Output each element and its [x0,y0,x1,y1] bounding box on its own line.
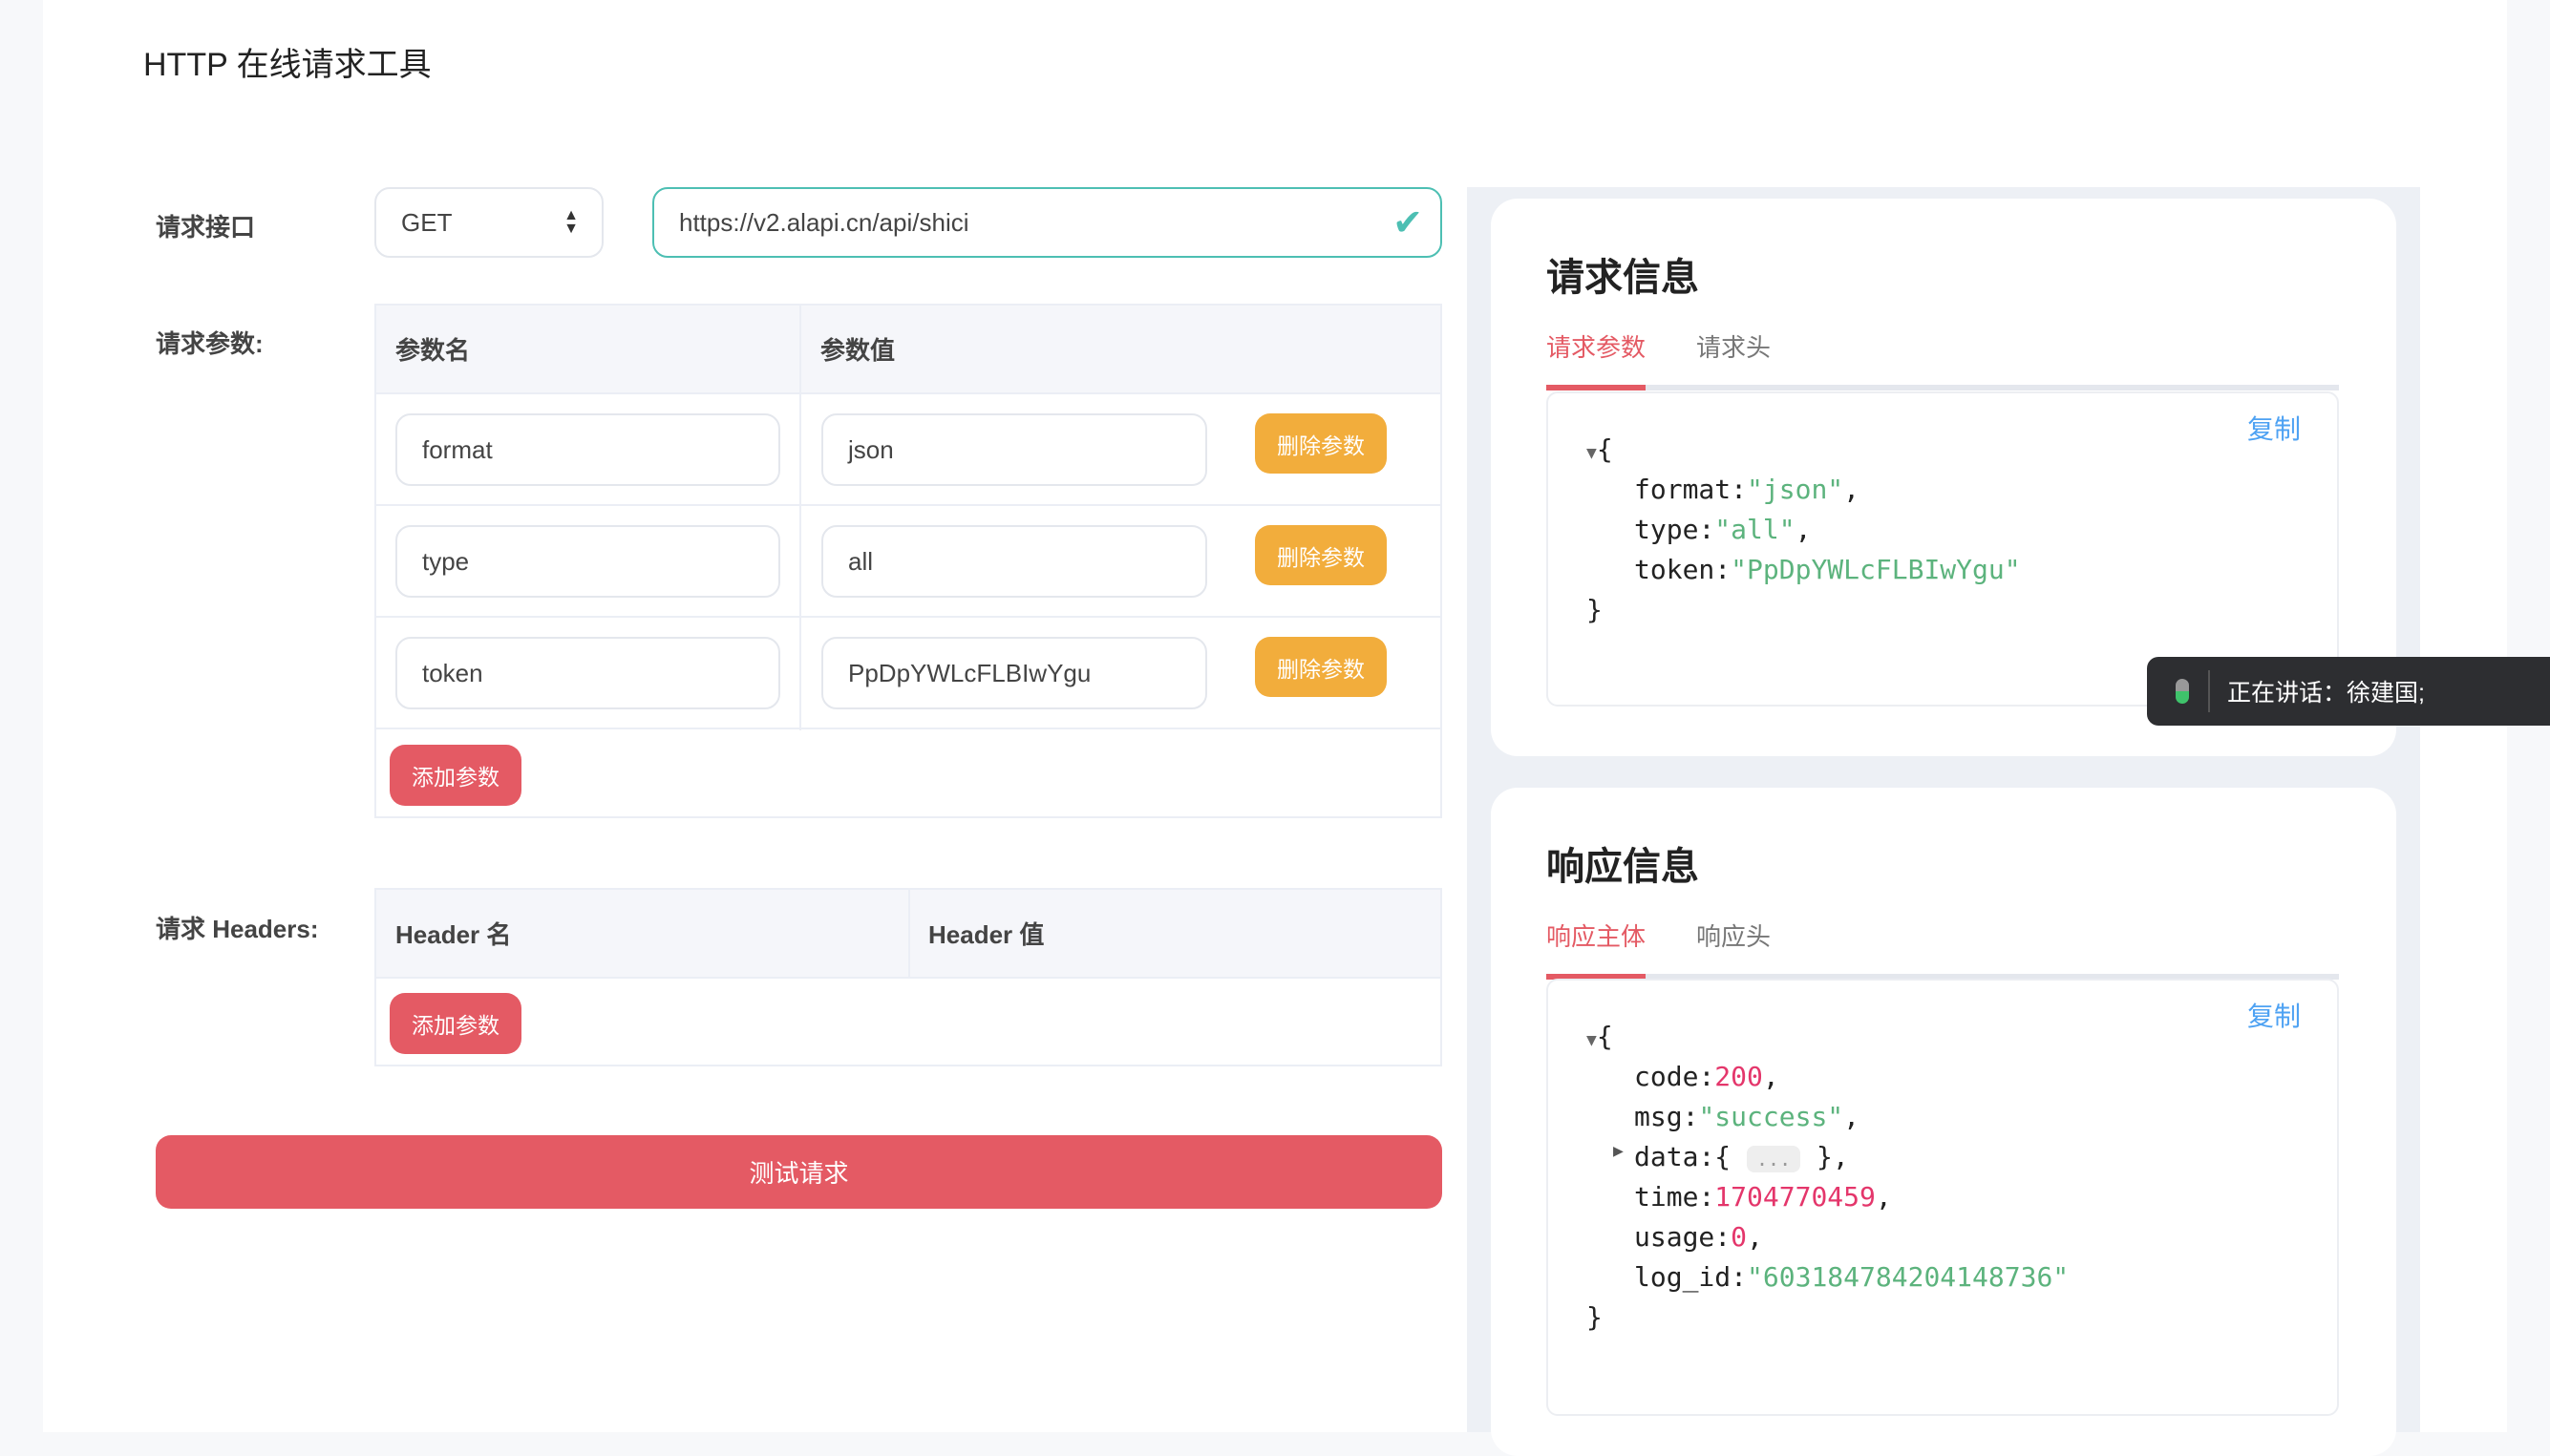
param-name: type [422,546,470,576]
json-line: code:200, [1634,1061,1779,1092]
collapse-toggle-icon[interactable]: ▼{ [1586,1021,1613,1052]
url-input[interactable]: https://v2.alapi.cn/api/shici ✔ [652,187,1442,258]
delete-param-button[interactable]: 删除参数 [1255,413,1387,474]
params-label: 请求参数: [156,329,264,358]
param-row: token PpDpYWLcFLBIwYgu 删除参数 [376,618,1440,729]
json-key: code [1634,1061,1699,1092]
col-divider [908,890,910,979]
json-key: msg [1634,1101,1683,1132]
copy-button[interactable]: 复制 [2247,996,2301,1034]
json-value: 0 [1731,1221,1748,1253]
param-value: all [848,546,874,576]
sort-arrows-icon: ▲ ▼ [563,207,579,237]
divider [2208,670,2210,712]
expand-icon[interactable]: ▶ [1613,1141,1624,1161]
microphone-icon [2176,679,2189,704]
json-line: usage:0, [1634,1221,1763,1253]
param-value-input[interactable]: PpDpYWLcFLBIwYgu [821,637,1207,709]
json-key: token [1634,554,1715,585]
tab-request-headers[interactable]: 请求头 [1696,328,1771,364]
json-close: } [1586,1301,1603,1333]
json-value: "PpDpYWLcFLBIwYgu" [1731,554,2021,585]
param-name-input[interactable]: type [395,525,780,598]
json-key: format [1634,474,1732,505]
json-line: type:"all", [1634,514,1812,545]
page-title: HTTP 在线请求工具 [143,47,432,83]
col-header-value: Header 值 [928,920,1045,949]
json-value: "all" [1714,514,1796,545]
json-value: "json" [1747,474,1844,505]
request-info-title: 请求信息 [1546,257,1699,299]
json-line: msg:"success", [1634,1101,1860,1132]
json-line: time:1704770459, [1634,1181,1892,1213]
collapsed-ellipsis[interactable]: ... [1747,1146,1801,1172]
param-value-input[interactable]: json [821,413,1207,486]
request-label: 请求接口 [156,213,256,242]
method-select[interactable]: GET ▲ ▼ [374,187,604,258]
json-line: ▶ data:{ ... }, [1613,1141,1849,1172]
tab-response-headers[interactable]: 响应头 [1696,918,1771,953]
param-name-input[interactable]: format [395,413,780,486]
url-value: https://v2.alapi.cn/api/shici [679,207,969,237]
tab-active-bar [1546,385,1646,390]
param-value: json [848,434,894,464]
tab-underline [1546,385,2339,390]
toast-text: 正在讲话：徐建国; [2227,680,2425,707]
add-param-button[interactable]: 添加参数 [390,745,521,806]
headers-label: 请求 Headers: [156,915,319,943]
json-key: data [1634,1141,1699,1172]
param-value-input[interactable]: all [821,525,1207,598]
params-header: 参数名 参数值 [376,306,1440,394]
delete-param-button[interactable]: 删除参数 [1255,525,1387,585]
json-close: } [1586,594,1603,625]
json-key: time [1634,1181,1699,1213]
json-value: 200 [1714,1061,1763,1092]
json-line: log_id:"603184784204148736" [1634,1261,2070,1293]
response-info-title: 响应信息 [1546,846,1699,888]
headers-table: Header 名 Header 值 添加参数 [374,888,1442,1066]
tab-response-body[interactable]: 响应主体 [1546,918,1646,953]
col-name: 参数名 [395,336,471,365]
response-json-viewer: 复制 ▼{code:200, msg:"success", ▶ data:{ ... … [1546,979,2339,1416]
collapse-toggle-icon[interactable]: ▼{ [1586,433,1613,465]
delete-param-button[interactable]: 删除参数 [1255,637,1387,697]
speaking-toast: 正在讲话：徐建国; [2147,657,2550,726]
response-info-card: 响应信息 响应主体 响应头 复制 ▼{ code:200, msg:"success… [1491,788,2396,1456]
json-value: "603184784204148736" [1747,1261,2070,1293]
param-name-input[interactable]: token [395,637,780,709]
param-value: PpDpYWLcFLBIwYgu [848,658,1092,687]
json-line: format:"json", [1634,474,1860,505]
col-header-name: Header 名 [395,920,512,949]
test-request-button[interactable]: 测试请求 [156,1135,1442,1209]
params-table: 参数名 参数值 format json 删除参数 type all 删除参数 t… [374,304,1442,818]
json-value: "success" [1698,1101,1844,1132]
check-icon: ✔ [1392,202,1423,243]
add-header-button[interactable]: 添加参数 [390,993,521,1054]
param-name: token [422,658,483,687]
json-key: type [1634,514,1699,545]
param-row: format json 删除参数 [376,394,1440,506]
json-value: 1704770459 [1714,1181,1876,1213]
param-row: type all 删除参数 [376,506,1440,618]
json-key: log_id [1634,1261,1732,1293]
tab-request-params[interactable]: 请求参数 [1546,328,1646,364]
copy-button[interactable]: 复制 [2247,409,2301,447]
json-key: usage [1634,1221,1715,1253]
col-value: 参数值 [820,336,896,365]
json-line: token:"PpDpYWLcFLBIwYgu" [1634,554,2021,585]
right-panel: 请求信息 请求参数 请求头 复制 ▼{ format:"json", type:"a… [1467,187,2420,1456]
param-name: format [422,434,493,464]
method-value: GET [401,207,453,237]
